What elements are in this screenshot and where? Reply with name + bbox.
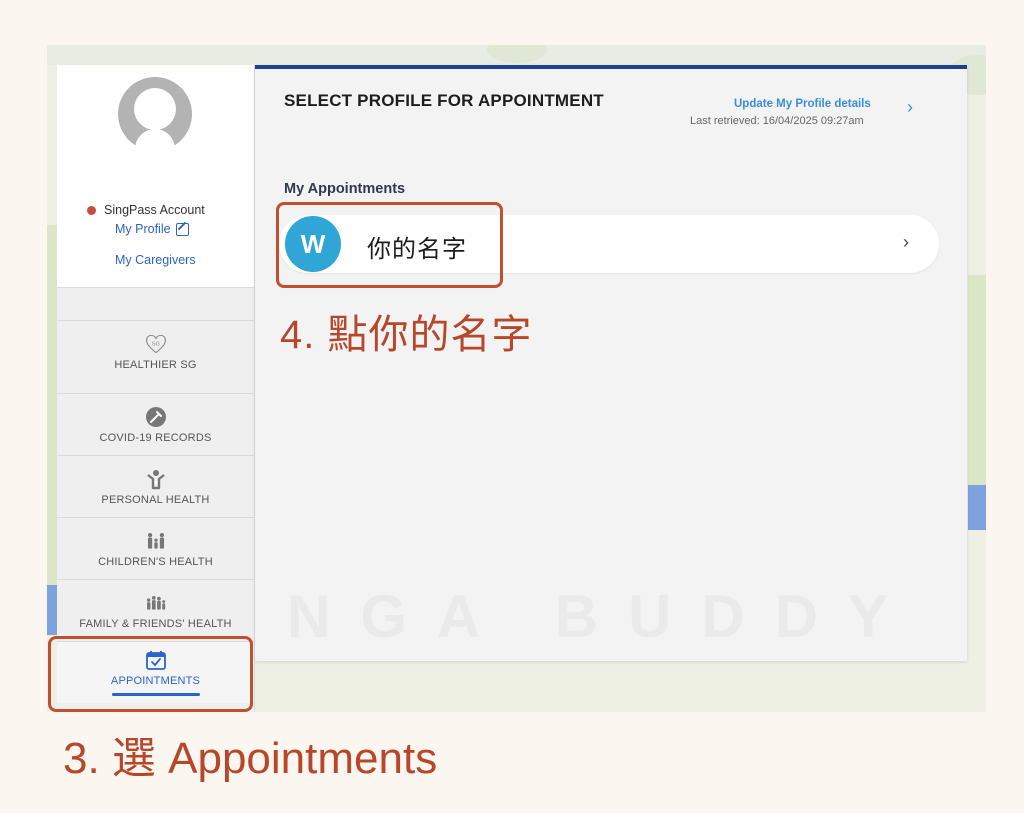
map-strip	[968, 485, 986, 530]
nav-label: PERSONAL HEALTH	[101, 493, 210, 506]
map-strip	[968, 275, 986, 515]
person-heart-icon	[145, 468, 167, 490]
nav-label: CHILDREN'S HEALTH	[98, 555, 213, 568]
watermark: NGA BUDDY	[287, 582, 918, 651]
nav-label: COVID-19 RECORDS	[99, 431, 212, 444]
profile-card: SingPass Account My Profile My Caregiver…	[57, 65, 254, 288]
account-label: SingPass Account	[104, 203, 205, 217]
my-profile-label[interactable]: My Profile	[115, 222, 171, 236]
chevron-right-icon[interactable]: ›	[907, 97, 913, 118]
status-dot-icon	[87, 205, 96, 215]
account-status: SingPass Account	[87, 203, 205, 217]
family-icon	[145, 530, 167, 552]
healthier-sg-badge-icon: SG	[145, 333, 167, 355]
nav-childrens-health[interactable]: CHILDREN'S HEALTH	[57, 517, 254, 579]
nav-label: FAMILY & FRIENDS' HEALTH	[79, 617, 232, 630]
page-title: SELECT PROFILE FOR APPOINTMENT	[284, 91, 604, 110]
update-profile-link[interactable]: Update My Profile details	[734, 98, 871, 110]
syringe-icon	[145, 406, 167, 428]
chevron-right-icon[interactable]: ›	[903, 232, 909, 253]
nav-healthier-sg[interactable]: SG HEALTHIER SG	[57, 320, 254, 382]
edit-icon[interactable]	[175, 222, 189, 236]
nav-label: HEALTHIER SG	[114, 358, 197, 371]
nav-covid-19-records[interactable]: COVID-19 RECORDS	[57, 393, 254, 455]
highlight-profile-row	[276, 202, 503, 288]
select-profile-panel: SELECT PROFILE FOR APPOINTMENT Update My…	[255, 65, 967, 661]
healthier-sg-badge-text: SG	[151, 341, 159, 347]
sidebar: SingPass Account My Profile My Caregiver…	[57, 65, 255, 712]
step3-caption: 3. 選 Appointments	[63, 734, 438, 783]
my-caregivers-link[interactable]: My Caregivers	[115, 253, 196, 267]
avatar-icon	[118, 77, 192, 151]
app-screenshot: SingPass Account My Profile My Caregiver…	[47, 45, 986, 712]
nav-family-friends-health[interactable]: FAMILY & FRIENDS' HEALTH	[57, 579, 254, 641]
step4-caption: 4. 點你的名字	[280, 313, 533, 357]
nav-personal-health[interactable]: PERSONAL HEALTH	[57, 455, 254, 517]
last-retrieved: Last retrieved: 16/04/2025 09:27am	[690, 115, 864, 127]
my-profile-link[interactable]: My Profile	[115, 222, 189, 236]
group-icon	[145, 592, 167, 614]
highlight-appointments	[48, 636, 253, 712]
section-label: My Appointments	[284, 181, 406, 197]
